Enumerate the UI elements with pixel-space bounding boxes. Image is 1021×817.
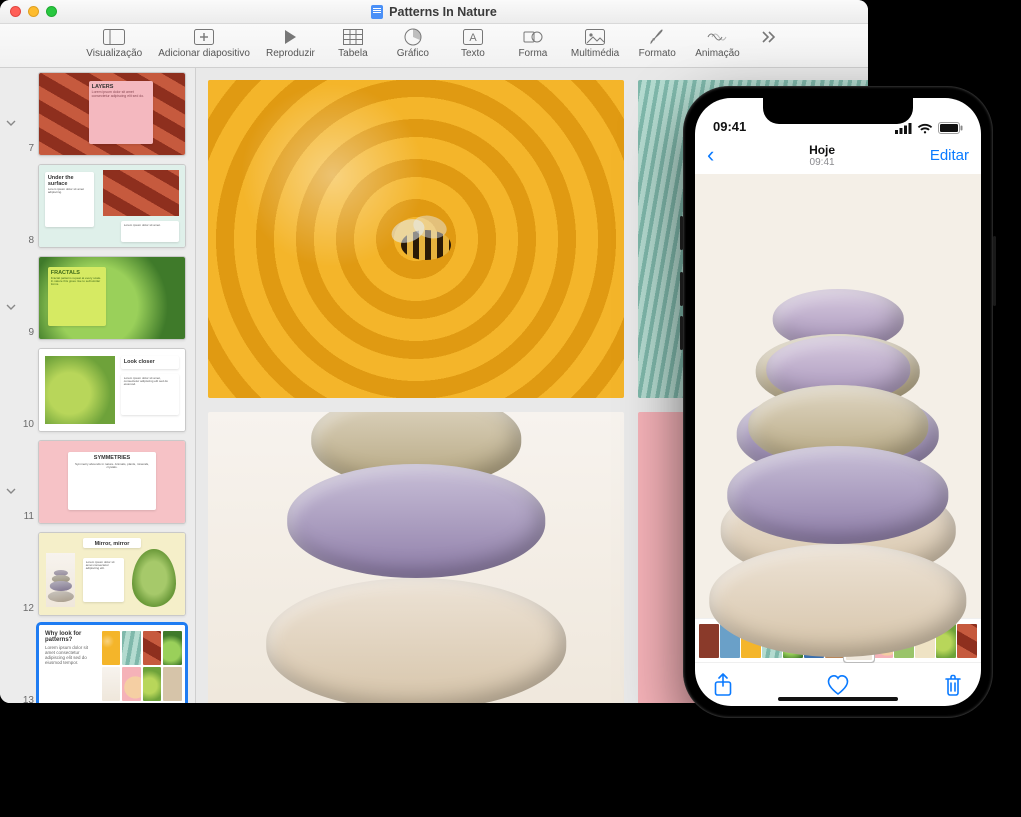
text-button[interactable]: A Texto xyxy=(443,28,503,59)
thumb[interactable]: Why look for patterns? Lorem ipsum dolor… xyxy=(38,624,186,703)
photos-navbar: ‹ Hoje 09:41 Editar xyxy=(695,136,981,174)
slide-thumb-13[interactable]: 13 Why look for patterns? Lorem ipsum do… xyxy=(0,620,195,703)
brush-icon xyxy=(644,28,670,46)
toolbar-overflow-button[interactable] xyxy=(748,28,790,48)
minimize-window-button[interactable] xyxy=(28,6,39,17)
thumb[interactable]: Under the surface Lorem ipsum dolor sit … xyxy=(38,164,186,248)
chevron-down-icon[interactable] xyxy=(6,302,16,312)
add-slide-button[interactable]: Adicionar diapositivo xyxy=(150,28,258,59)
toolbar: Visualização Adicionar diapositivo Repro… xyxy=(0,24,868,68)
play-icon xyxy=(277,28,303,46)
view-button[interactable]: Visualização xyxy=(78,28,150,59)
chevron-down-icon[interactable] xyxy=(6,486,16,496)
format-button[interactable]: Formato xyxy=(627,28,687,59)
window-title: Patterns In Nature xyxy=(371,5,497,19)
animation-button[interactable]: Animação xyxy=(687,28,747,59)
chevrons-right-icon xyxy=(756,28,782,46)
edit-button[interactable]: Editar xyxy=(930,147,969,164)
status-time: 09:41 xyxy=(713,119,746,134)
canvas-image-urchins[interactable] xyxy=(208,412,624,704)
heart-icon[interactable] xyxy=(826,674,850,696)
window-title-text: Patterns In Nature xyxy=(389,5,497,19)
filmstrip-item-current[interactable] xyxy=(846,622,872,660)
titlebar: Patterns In Nature xyxy=(0,0,868,24)
slide-thumb-9[interactable]: 9 FRACTALS Fractal patterns repeat at ev… xyxy=(0,252,195,344)
slide-thumb-7[interactable]: 7 LAYERS Lorem ipsum dolor sit amet cons… xyxy=(0,68,195,160)
table-button[interactable]: Tabela xyxy=(323,28,383,59)
document-icon xyxy=(371,5,383,19)
text-icon: A xyxy=(460,28,486,46)
photo-filmstrip[interactable] xyxy=(695,618,981,662)
play-button[interactable]: Reproduzir xyxy=(258,28,323,59)
slide-thumb-12[interactable]: 12 Mirror, mirror Lorem ipsum dolor sit … xyxy=(0,528,195,620)
shape-icon xyxy=(520,28,546,46)
notch xyxy=(763,98,913,124)
plus-icon xyxy=(191,28,217,46)
wifi-icon xyxy=(917,123,933,134)
iphone-device: 09:41 ‹ Hoje 09:41 Editar xyxy=(683,86,993,718)
thumb[interactable]: FRACTALS Fractal patterns repeat at ever… xyxy=(38,256,186,340)
iphone-screen: 09:41 ‹ Hoje 09:41 Editar xyxy=(695,98,981,706)
media-button[interactable]: Multimédia xyxy=(563,28,627,59)
trash-icon[interactable] xyxy=(943,673,963,697)
media-icon xyxy=(582,28,608,46)
share-icon[interactable] xyxy=(713,673,733,697)
table-icon xyxy=(340,28,366,46)
window-traffic-lights xyxy=(10,6,57,17)
thumb[interactable]: Look closer Lorem ipsum dolor sit amet, … xyxy=(38,348,186,432)
thumb[interactable]: LAYERS Lorem ipsum dolor sit amet consec… xyxy=(38,72,186,156)
svg-text:A: A xyxy=(469,32,477,44)
maximize-window-button[interactable] xyxy=(46,6,57,17)
chart-icon xyxy=(400,28,426,46)
canvas-image-honeycomb[interactable] xyxy=(208,80,624,398)
home-indicator[interactable] xyxy=(778,697,898,702)
slide-navigator[interactable]: 7 LAYERS Lorem ipsum dolor sit amet cons… xyxy=(0,68,196,703)
battery-icon xyxy=(938,122,963,134)
view-icon xyxy=(101,28,127,46)
shape-button[interactable]: Forma xyxy=(503,28,563,59)
signal-icon xyxy=(895,123,912,134)
slide-thumb-8[interactable]: 8 Under the surface Lorem ipsum dolor si… xyxy=(0,160,195,252)
animation-icon xyxy=(704,28,730,46)
chart-button[interactable]: Gráfico xyxy=(383,28,443,59)
close-window-button[interactable] xyxy=(10,6,21,17)
thumb[interactable]: Mirror, mirror Lorem ipsum dolor sit ame… xyxy=(38,532,186,616)
slide-thumb-11[interactable]: 11 SYMMETRIES Symmetry abounds in nature… xyxy=(0,436,195,528)
thumb[interactable]: SYMMETRIES Symmetry abounds in nature. A… xyxy=(38,440,186,524)
chevron-down-icon[interactable] xyxy=(6,118,16,128)
navbar-title: Hoje 09:41 xyxy=(809,143,835,168)
back-button[interactable]: ‹ xyxy=(707,142,714,168)
slide-thumb-10[interactable]: 10 Look closer Lorem ipsum dolor sit ame… xyxy=(0,344,195,436)
